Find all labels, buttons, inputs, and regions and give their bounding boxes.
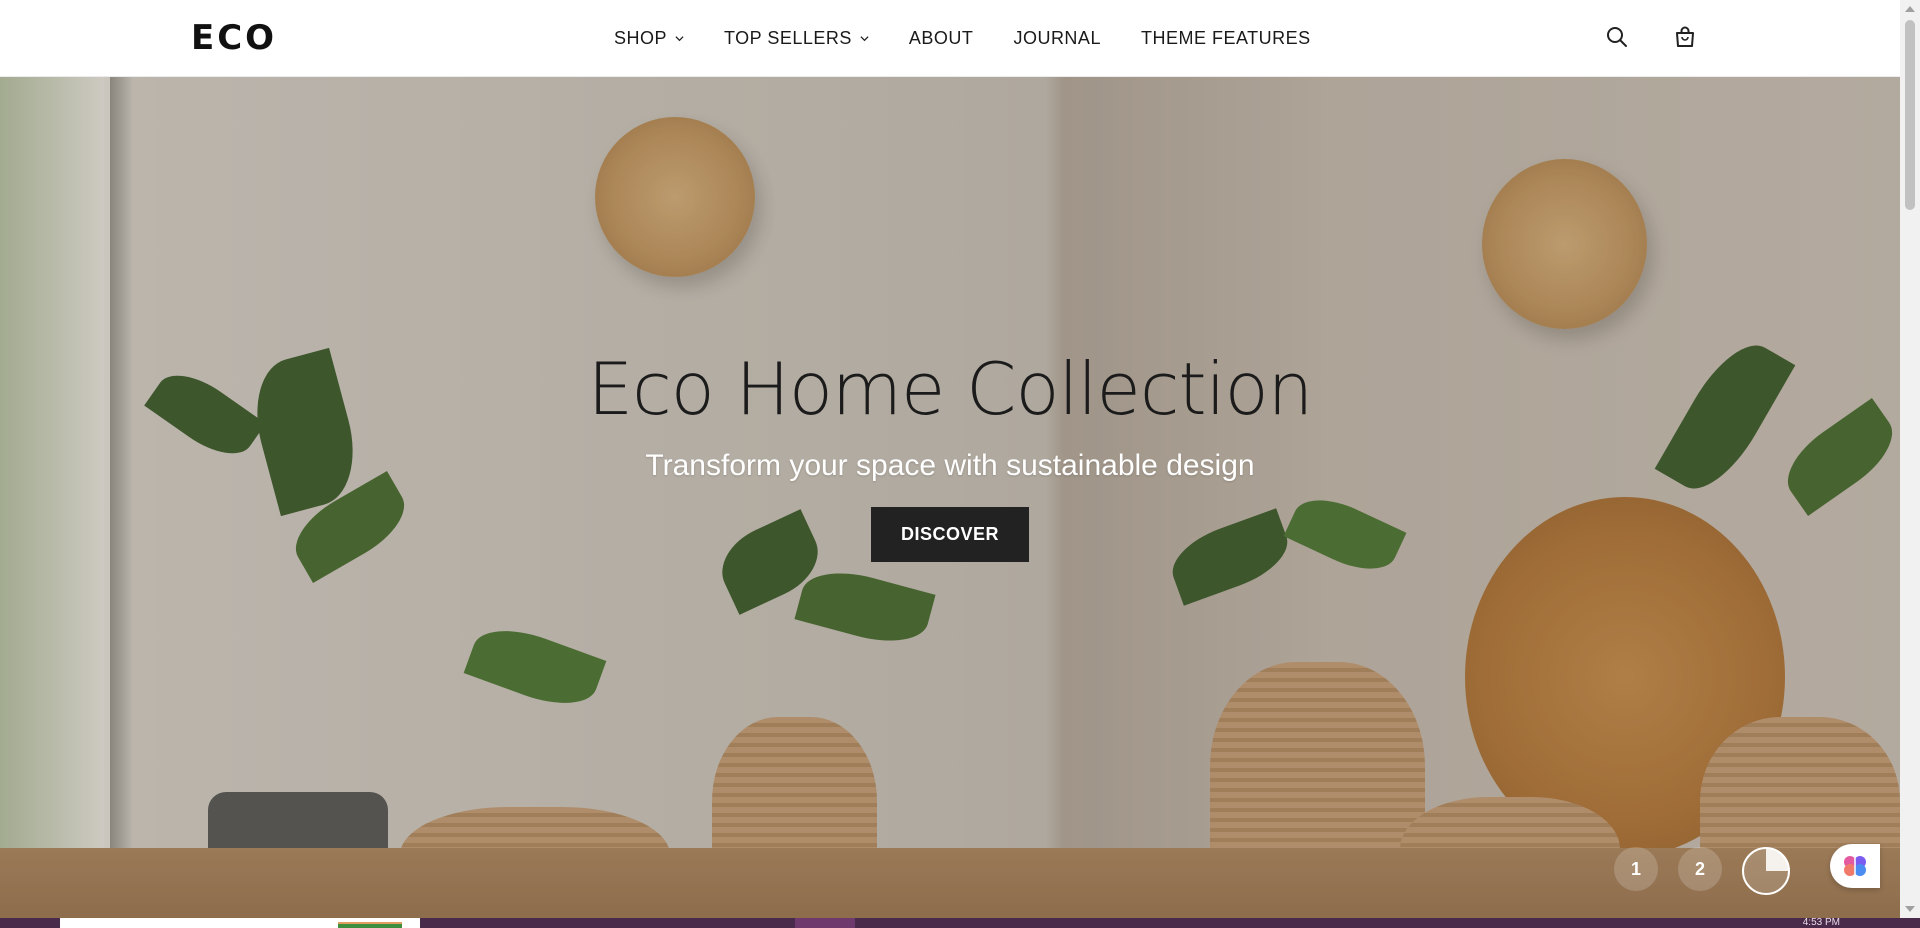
nav-label: TOP SELLERS bbox=[724, 28, 852, 48]
nav-item-shop[interactable]: SHOP bbox=[614, 28, 684, 49]
slide-pagination: 1 2 bbox=[1614, 847, 1790, 895]
nav-label: SHOP bbox=[614, 28, 668, 48]
slide-dot-2[interactable]: 2 bbox=[1678, 847, 1722, 891]
nav-item-theme-features[interactable]: THEME FEATURES bbox=[1141, 28, 1311, 49]
scroll-down-arrow-icon[interactable] bbox=[1905, 906, 1915, 912]
nav-item-journal[interactable]: JOURNAL bbox=[1013, 28, 1101, 49]
chevron-down-icon bbox=[675, 36, 684, 42]
cart-button[interactable] bbox=[1670, 22, 1700, 52]
search-button[interactable] bbox=[1602, 22, 1632, 52]
ai-assistant-button[interactable] bbox=[1830, 844, 1880, 888]
nav-item-about[interactable]: ABOUT bbox=[909, 28, 974, 49]
hero-banner: Eco Home Collection Transform your space… bbox=[0, 77, 1900, 918]
taskbar-clock: 4:53 PM bbox=[1802, 917, 1840, 928]
search-icon bbox=[1607, 27, 1627, 47]
chevron-down-icon bbox=[860, 36, 869, 42]
hero-subtitle: Transform your space with sustainable de… bbox=[645, 449, 1255, 482]
scroll-up-arrow-icon[interactable] bbox=[1905, 6, 1915, 12]
taskbar: 4:53 PM bbox=[0, 918, 1920, 928]
logo[interactable]: ECO bbox=[191, 18, 277, 58]
scroll-thumb[interactable] bbox=[1905, 20, 1915, 210]
slide-dot-3[interactable] bbox=[1742, 847, 1790, 895]
taskbar-item-active[interactable] bbox=[795, 918, 855, 928]
cart-icon bbox=[1676, 26, 1694, 47]
hero-content: Eco Home Collection Transform your space… bbox=[0, 347, 1900, 562]
main-nav: SHOP TOP SELLERS ABOUT JOURNAL THEME FEA… bbox=[614, 0, 1351, 77]
slide-dot-1[interactable]: 1 bbox=[1614, 847, 1658, 891]
site-header: ECO SHOP TOP SELLERS ABOUT JOURNAL THEME… bbox=[0, 0, 1900, 77]
brain-icon bbox=[1844, 856, 1866, 876]
nav-label: THEME FEATURES bbox=[1140, 28, 1311, 48]
vertical-scrollbar[interactable] bbox=[1900, 0, 1920, 918]
hero-title: Eco Home Collection bbox=[587, 347, 1314, 431]
taskbar-app-icon[interactable] bbox=[338, 922, 402, 928]
header-icons bbox=[1602, 22, 1700, 52]
nav-label: ABOUT bbox=[908, 28, 974, 48]
nav-item-top-sellers[interactable]: TOP SELLERS bbox=[724, 28, 869, 49]
nav-label: JOURNAL bbox=[1013, 28, 1101, 48]
discover-button[interactable]: DISCOVER bbox=[870, 507, 1030, 562]
